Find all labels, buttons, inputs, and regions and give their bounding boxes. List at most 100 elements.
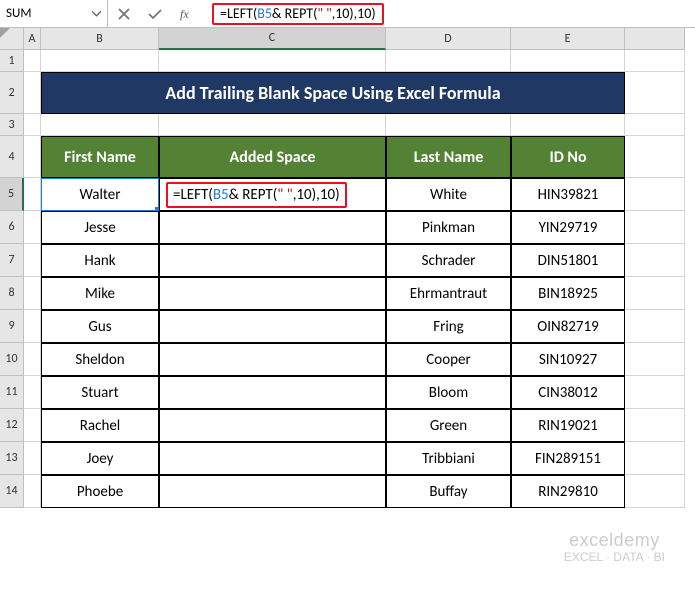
cell[interactable] — [625, 178, 685, 211]
cell-last[interactable]: Cooper — [386, 343, 511, 376]
cell[interactable] — [41, 114, 159, 136]
cell[interactable] — [24, 409, 41, 442]
name-box[interactable]: SUM — [0, 0, 108, 27]
cell-id[interactable]: SIN10927 — [511, 343, 625, 376]
col-header[interactable]: E — [511, 28, 625, 50]
cell[interactable] — [24, 50, 41, 72]
cell[interactable] — [625, 475, 685, 508]
cell-id[interactable]: DIN51801 — [511, 244, 625, 277]
cell[interactable] — [386, 114, 511, 136]
table-header[interactable]: Last Name — [386, 136, 511, 178]
cell[interactable] — [625, 244, 685, 277]
cell-first[interactable]: Stuart — [41, 376, 159, 409]
cell-last[interactable]: Buffay — [386, 475, 511, 508]
cell[interactable] — [24, 211, 41, 244]
cell-last[interactable]: Pinkman — [386, 211, 511, 244]
row-header[interactable]: 2 — [0, 72, 24, 114]
cell-last[interactable]: Green — [386, 409, 511, 442]
cell-last[interactable]: Tribbiani — [386, 442, 511, 475]
cell[interactable] — [24, 442, 41, 475]
row-header[interactable]: 6 — [0, 211, 24, 244]
row-header[interactable]: 7 — [0, 244, 24, 277]
cell-first[interactable]: Mike — [41, 277, 159, 310]
cell-first[interactable]: Gus — [41, 310, 159, 343]
cell[interactable] — [159, 50, 386, 72]
cell-id[interactable]: CIN38012 — [511, 376, 625, 409]
row-header[interactable]: 8 — [0, 277, 24, 310]
chevron-down-icon[interactable] — [92, 6, 101, 21]
cell-last[interactable]: Schrader — [386, 244, 511, 277]
row-header[interactable]: 5 — [0, 178, 24, 211]
select-all-cell[interactable] — [0, 28, 24, 50]
cell[interactable] — [625, 310, 685, 343]
title-cell[interactable]: Add Trailing Blank Space Using Excel For… — [41, 72, 625, 114]
cell-id[interactable]: YIN29719 — [511, 211, 625, 244]
cell-added[interactable] — [159, 442, 386, 475]
row-header[interactable]: 1 — [0, 50, 24, 72]
cell[interactable] — [159, 114, 386, 136]
cell[interactable] — [24, 72, 41, 114]
table-header[interactable]: First Name — [41, 136, 159, 178]
cell[interactable] — [24, 136, 41, 178]
col-header[interactable]: D — [386, 28, 511, 50]
cell[interactable] — [625, 50, 685, 72]
cell-added[interactable] — [159, 343, 386, 376]
cell-first[interactable]: Sheldon — [41, 343, 159, 376]
cell[interactable] — [24, 178, 41, 211]
cell[interactable] — [24, 277, 41, 310]
cell-first[interactable]: Walter — [41, 178, 159, 211]
cell-added[interactable] — [159, 244, 386, 277]
cell[interactable] — [24, 244, 41, 277]
row-header[interactable]: 10 — [0, 343, 24, 376]
cell-added[interactable] — [159, 409, 386, 442]
col-header[interactable]: A — [24, 28, 41, 50]
cell[interactable] — [24, 310, 41, 343]
cell-first[interactable]: Rachel — [41, 409, 159, 442]
cancel-icon[interactable] — [118, 8, 130, 20]
fx-icon[interactable]: fx — [180, 7, 198, 21]
cell-first[interactable]: Phoebe — [41, 475, 159, 508]
active-cell[interactable]: =LEFT(B5 & REPT(" ",10),10) — [159, 178, 386, 211]
cell-added[interactable] — [159, 277, 386, 310]
cell-id[interactable]: BIN18925 — [511, 277, 625, 310]
cell-id[interactable]: HIN39821 — [511, 178, 625, 211]
cell-last[interactable]: White — [386, 178, 511, 211]
table-header[interactable]: ID No — [511, 136, 625, 178]
cell-added[interactable] — [159, 310, 386, 343]
cell-last[interactable]: Fring — [386, 310, 511, 343]
cell-first[interactable]: Hank — [41, 244, 159, 277]
cell[interactable] — [625, 343, 685, 376]
cell-first[interactable]: Jesse — [41, 211, 159, 244]
cell-id[interactable]: FIN289151 — [511, 442, 625, 475]
row-header[interactable]: 13 — [0, 442, 24, 475]
col-header[interactable] — [625, 28, 685, 50]
col-header[interactable]: C — [159, 28, 386, 50]
cell-added[interactable] — [159, 211, 386, 244]
cell[interactable] — [386, 50, 511, 72]
cell-id[interactable]: OIN82719 — [511, 310, 625, 343]
table-header[interactable]: Added Space — [159, 136, 386, 178]
row-header[interactable]: 11 — [0, 376, 24, 409]
cell[interactable] — [625, 409, 685, 442]
cell-added[interactable] — [159, 475, 386, 508]
cell[interactable] — [625, 442, 685, 475]
cell[interactable] — [625, 136, 685, 178]
cell[interactable] — [24, 343, 41, 376]
cell-id[interactable]: RIN19021 — [511, 409, 625, 442]
row-header[interactable]: 12 — [0, 409, 24, 442]
cell[interactable] — [24, 475, 41, 508]
formula-input[interactable]: =LEFT(B5 & REPT(" ",10),10) — [208, 0, 695, 27]
cell-last[interactable]: Ehrmantraut — [386, 277, 511, 310]
cell[interactable] — [41, 50, 159, 72]
cell[interactable] — [24, 376, 41, 409]
cell[interactable] — [625, 376, 685, 409]
cell[interactable] — [511, 114, 625, 136]
cell-first[interactable]: Joey — [41, 442, 159, 475]
cell[interactable] — [625, 114, 685, 136]
col-header[interactable]: B — [41, 28, 159, 50]
row-header[interactable]: 3 — [0, 114, 24, 136]
cell-id[interactable]: RIN29810 — [511, 475, 625, 508]
cell[interactable] — [625, 72, 685, 114]
cell-last[interactable]: Bloom — [386, 376, 511, 409]
cell[interactable] — [511, 50, 625, 72]
